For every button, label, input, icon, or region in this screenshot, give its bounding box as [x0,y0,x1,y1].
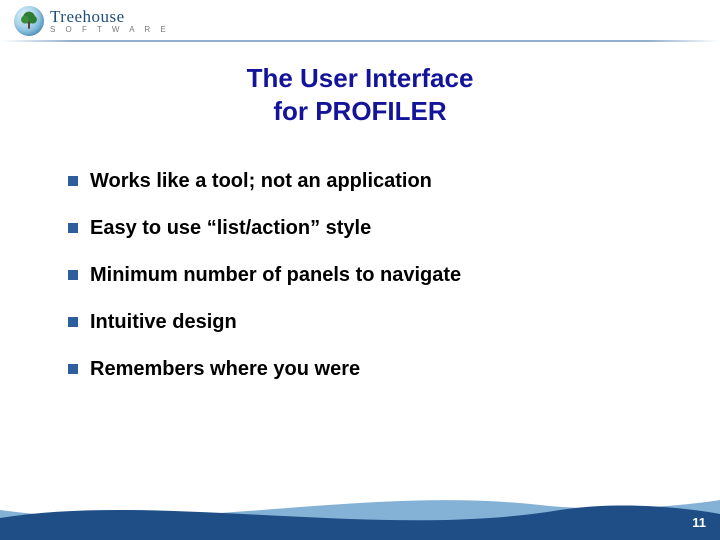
bullet-text: Remembers where you were [90,358,360,381]
list-item: Works like a tool; not an application [68,170,648,193]
header-divider [0,40,720,42]
bullet-text: Minimum number of panels to navigate [90,264,461,287]
logo-globe-icon [14,6,44,36]
footer-wave [0,480,720,540]
brand-logo: Treehouse S O F T W A R E [14,6,170,36]
logo-name: Treehouse [50,8,170,25]
logo-text: Treehouse S O F T W A R E [50,8,170,34]
bullet-square-icon [68,270,78,280]
list-item: Minimum number of panels to navigate [68,264,648,287]
list-item: Remembers where you were [68,358,648,381]
bullet-list: Works like a tool; not an application Ea… [68,170,648,405]
tree-icon [20,11,38,31]
list-item: Intuitive design [68,311,648,334]
bullet-square-icon [68,176,78,186]
list-item: Easy to use “list/action” style [68,217,648,240]
bullet-text: Works like a tool; not an application [90,170,432,193]
title-line-2: for PROFILER [273,96,446,126]
bullet-text: Easy to use “list/action” style [90,217,371,240]
title-line-1: The User Interface [247,63,474,93]
logo-tagline: S O F T W A R E [50,26,170,34]
slide: Treehouse S O F T W A R E The User Inter… [0,0,720,540]
bullet-square-icon [68,317,78,327]
bullet-square-icon [68,364,78,374]
page-number: 11 [692,515,706,530]
bullet-text: Intuitive design [90,311,237,334]
slide-title: The User Interface for PROFILER [0,62,720,127]
bullet-square-icon [68,223,78,233]
